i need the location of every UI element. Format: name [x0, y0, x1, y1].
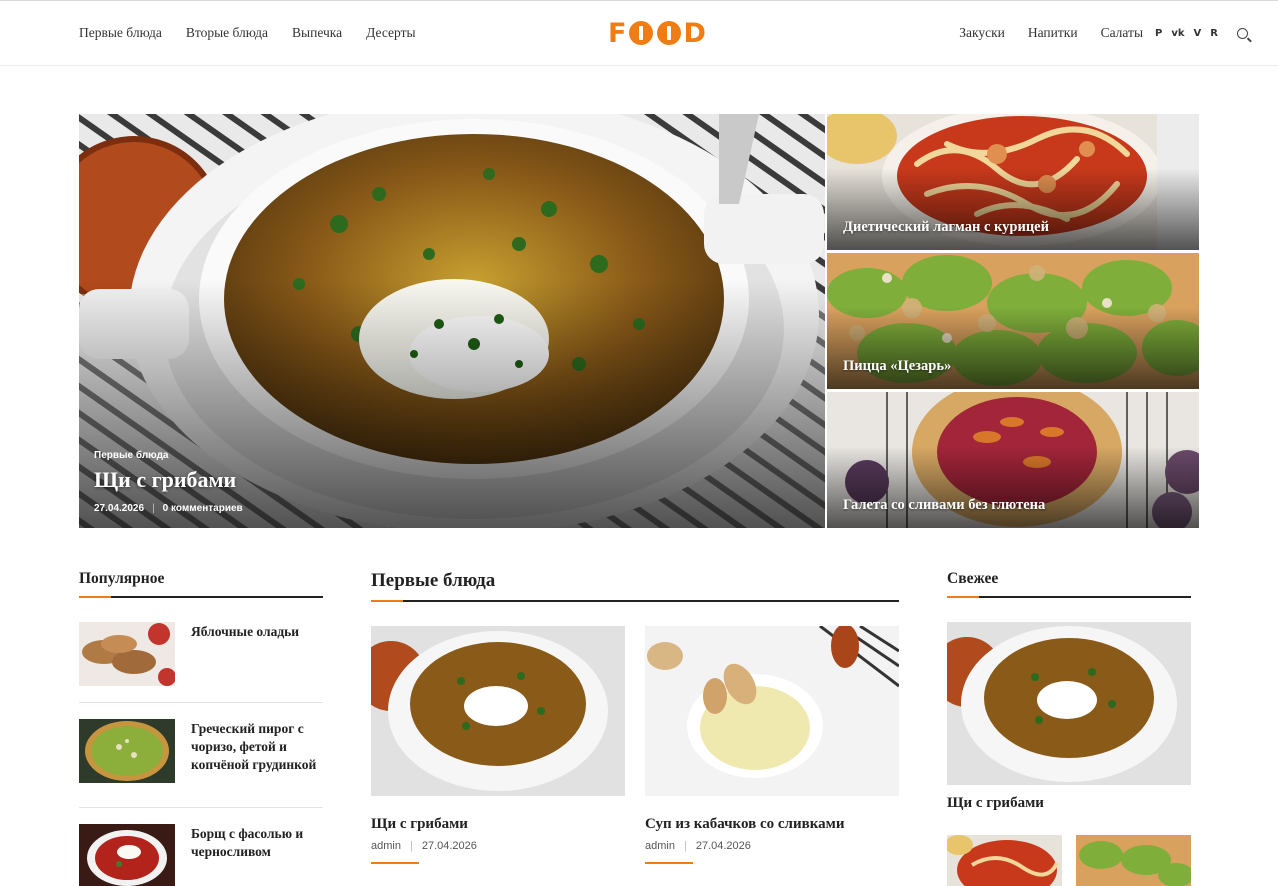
- nav-item-baking[interactable]: Выпечка: [292, 25, 342, 41]
- social-links: P vk V R: [1155, 25, 1248, 41]
- hero-meta: 27.04.2026 | 0 комментариев: [94, 503, 243, 514]
- featured-post-pizza[interactable]: Пицца «Цезарь»: [827, 253, 1199, 389]
- fresh-title[interactable]: Щи с грибами: [947, 795, 1044, 812]
- meta-separator: |: [152, 503, 155, 514]
- popular-heading-line: [79, 596, 323, 598]
- logo-letter-d: D: [683, 17, 707, 49]
- tile-shade: [827, 446, 1199, 528]
- fresh-heading: Свежее: [947, 570, 999, 587]
- hero-title[interactable]: Щи с грибами: [94, 467, 236, 493]
- nav-item-snacks[interactable]: Закуски: [959, 25, 1005, 41]
- site-header: Первые блюда Вторые блюда Выпечка Десерт…: [0, 0, 1278, 66]
- tile-shade: [827, 307, 1199, 389]
- vimeo-icon[interactable]: V: [1194, 28, 1202, 39]
- logo-fork-icon: [657, 21, 682, 45]
- post-image-zucchini-soup[interactable]: [645, 626, 899, 796]
- popular-thumb-pancakes[interactable]: [79, 622, 175, 686]
- divider: [79, 702, 323, 703]
- reddit-icon[interactable]: R: [1210, 28, 1218, 39]
- meta-separator: |: [683, 840, 687, 852]
- popular-title[interactable]: Яблочные оладьи: [191, 623, 323, 641]
- fresh-thumb-lagman[interactable]: [947, 835, 1062, 886]
- fresh-thumb-pizza[interactable]: [1076, 835, 1191, 886]
- popular-heading: Популярное: [79, 570, 165, 587]
- featured-post-galette[interactable]: Галета со сливами без глютена: [827, 392, 1199, 528]
- post-meta: admin | 27.04.2026: [371, 840, 625, 852]
- post-date: 27.04.2026: [421, 840, 477, 852]
- hero-category[interactable]: Первые блюда: [94, 450, 168, 461]
- accent-bar: [371, 862, 419, 864]
- featured-post-lagman[interactable]: Диетический лагман с курицей: [827, 114, 1199, 250]
- post-author[interactable]: admin: [371, 840, 401, 852]
- nav-item-first-courses[interactable]: Первые блюда: [79, 25, 162, 41]
- site-logo[interactable]: F D: [608, 17, 707, 49]
- section-heading[interactable]: Первые блюда: [371, 570, 495, 592]
- fresh-heading-line: [947, 596, 1191, 598]
- logo-letter-f: F: [608, 17, 628, 49]
- tile-shade: [827, 168, 1199, 250]
- popular-title[interactable]: Греческий пирог с чоризо, фетой и копчён…: [191, 720, 323, 774]
- featured-title-pizza[interactable]: Пицца «Цезарь»: [843, 358, 951, 375]
- featured-title-lagman[interactable]: Диетический лагман с курицей: [843, 219, 1049, 236]
- pinterest-icon[interactable]: P: [1155, 28, 1162, 39]
- meta-separator: |: [409, 840, 413, 852]
- post-card: Суп из кабачков со сливками admin | 27.0…: [645, 626, 899, 864]
- post-meta: admin | 27.04.2026: [645, 840, 899, 852]
- primary-nav-right: Закуски Напитки Салаты P vk V R: [959, 25, 1248, 41]
- post-card: Щи с грибами admin | 27.04.2026: [371, 626, 625, 864]
- hero-comments[interactable]: 0 комментариев: [163, 503, 243, 514]
- nav-item-drinks[interactable]: Напитки: [1028, 25, 1078, 41]
- post-date: 27.04.2026: [695, 840, 751, 852]
- section-heading-line: [371, 600, 899, 602]
- popular-thumb-greek-pie[interactable]: [79, 719, 175, 783]
- popular-title[interactable]: Борщ с фасолью и черносливом: [191, 825, 323, 861]
- fresh-image-shchi[interactable]: [947, 622, 1191, 785]
- post-title[interactable]: Щи с грибами: [371, 816, 625, 833]
- post-image-shchi[interactable]: [371, 626, 625, 796]
- popular-thumb-borscht[interactable]: [79, 824, 175, 886]
- divider: [79, 807, 323, 808]
- hero-date: 27.04.2026: [94, 503, 145, 514]
- post-title[interactable]: Суп из кабачков со сливками: [645, 816, 899, 833]
- hero-post[interactable]: Первые блюда Щи с грибами 27.04.2026 | 0…: [79, 114, 825, 528]
- vk-icon[interactable]: vk: [1171, 28, 1184, 39]
- post-author[interactable]: admin: [645, 840, 675, 852]
- logo-plate-icon: [629, 21, 654, 45]
- accent-bar: [645, 862, 693, 864]
- nav-item-desserts[interactable]: Десерты: [366, 25, 415, 41]
- nav-item-second-courses[interactable]: Вторые блюда: [186, 25, 268, 41]
- primary-nav-left: Первые блюда Вторые блюда Выпечка Десерт…: [79, 25, 440, 41]
- search-icon[interactable]: [1237, 28, 1248, 39]
- nav-item-salads[interactable]: Салаты: [1101, 25, 1143, 41]
- featured-title-galette[interactable]: Галета со сливами без глютена: [843, 497, 1045, 514]
